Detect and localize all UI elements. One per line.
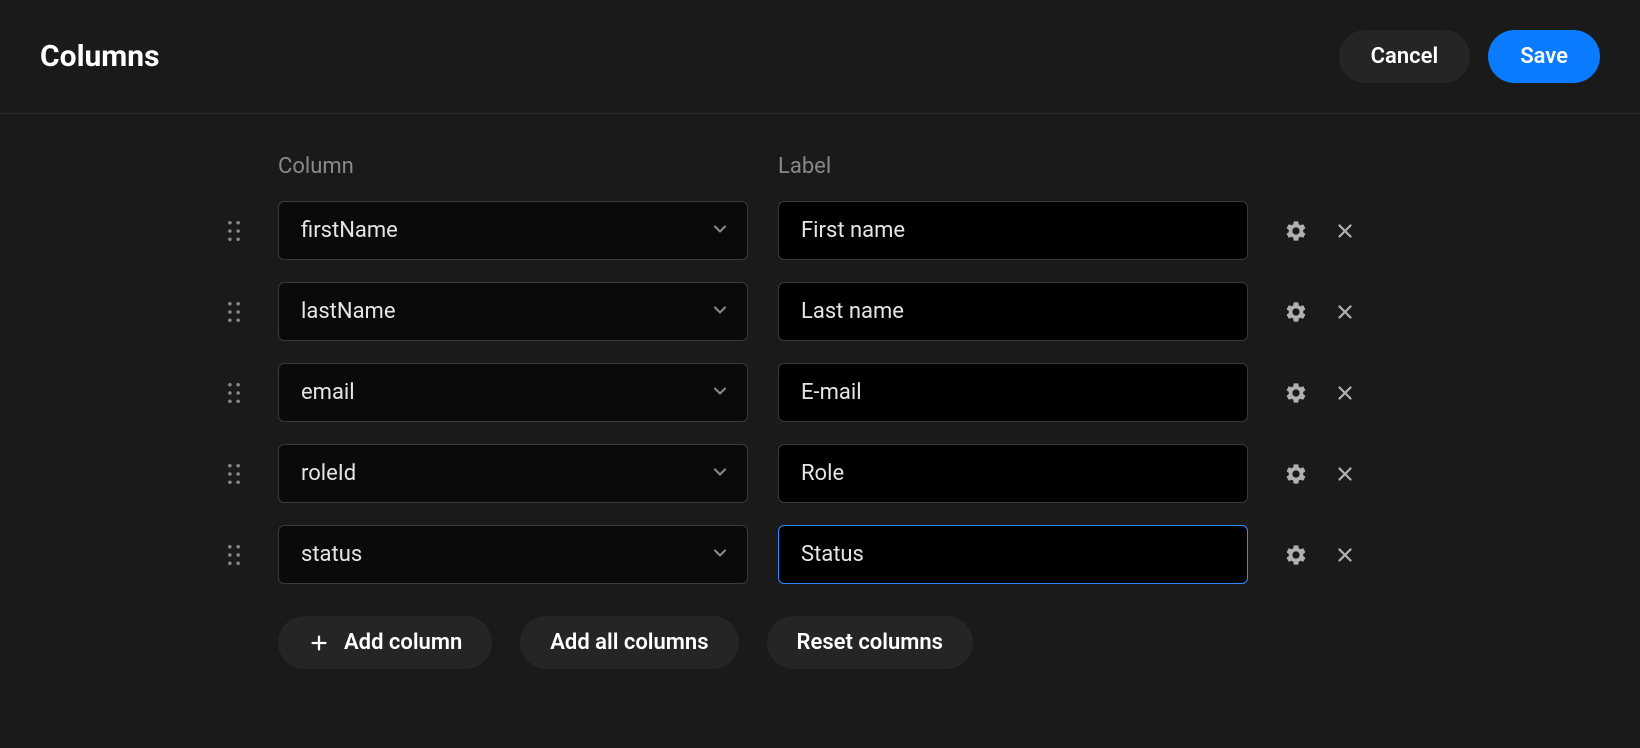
header-actions: Cancel Save xyxy=(1339,30,1600,83)
table-row: status xyxy=(220,525,1640,584)
table-headers: Column Label xyxy=(278,154,1640,179)
content-area: Column Label firstName lastName email roleI… xyxy=(0,114,1640,669)
row-actions xyxy=(1284,219,1356,243)
row-actions xyxy=(1284,300,1356,324)
column-select-wrapper: status xyxy=(278,525,748,584)
label-input[interactable] xyxy=(778,363,1248,422)
gear-icon[interactable] xyxy=(1284,381,1308,405)
label-input[interactable] xyxy=(778,525,1248,584)
row-actions xyxy=(1284,381,1356,405)
column-header-label: Label xyxy=(778,154,1248,179)
label-input[interactable] xyxy=(778,444,1248,503)
gear-icon[interactable] xyxy=(1284,462,1308,486)
drag-handle-icon[interactable] xyxy=(220,217,248,245)
table-row: firstName xyxy=(220,201,1640,260)
drag-handle-icon[interactable] xyxy=(220,298,248,326)
column-select[interactable]: roleId xyxy=(278,444,748,503)
dialog-header: Columns Cancel Save xyxy=(0,0,1640,114)
add-all-columns-button[interactable]: Add all columns xyxy=(520,616,738,669)
close-icon[interactable] xyxy=(1334,544,1356,566)
add-all-columns-label: Add all columns xyxy=(550,630,708,655)
label-input[interactable] xyxy=(778,201,1248,260)
rows-container: firstName lastName email roleId status xyxy=(220,201,1640,584)
reset-columns-button[interactable]: Reset columns xyxy=(767,616,973,669)
drag-handle-icon[interactable] xyxy=(220,541,248,569)
save-button[interactable]: Save xyxy=(1488,30,1600,83)
plus-icon xyxy=(308,632,330,654)
column-select[interactable]: lastName xyxy=(278,282,748,341)
gear-icon[interactable] xyxy=(1284,300,1308,324)
drag-handle-icon[interactable] xyxy=(220,379,248,407)
page-title: Columns xyxy=(40,39,160,74)
column-select-wrapper: roleId xyxy=(278,444,748,503)
footer-actions: Add column Add all columns Reset columns xyxy=(278,616,1640,669)
column-select-wrapper: email xyxy=(278,363,748,422)
add-column-button[interactable]: Add column xyxy=(278,616,492,669)
table-row: lastName xyxy=(220,282,1640,341)
column-select[interactable]: email xyxy=(278,363,748,422)
close-icon[interactable] xyxy=(1334,220,1356,242)
table-row: roleId xyxy=(220,444,1640,503)
reset-columns-label: Reset columns xyxy=(797,630,943,655)
column-select[interactable]: status xyxy=(278,525,748,584)
close-icon[interactable] xyxy=(1334,301,1356,323)
gear-icon[interactable] xyxy=(1284,219,1308,243)
column-header-column: Column xyxy=(278,154,748,179)
close-icon[interactable] xyxy=(1334,382,1356,404)
gear-icon[interactable] xyxy=(1284,543,1308,567)
column-select-wrapper: firstName xyxy=(278,201,748,260)
add-column-label: Add column xyxy=(344,630,462,655)
cancel-button[interactable]: Cancel xyxy=(1339,30,1471,83)
row-actions xyxy=(1284,543,1356,567)
row-actions xyxy=(1284,462,1356,486)
column-select[interactable]: firstName xyxy=(278,201,748,260)
label-input[interactable] xyxy=(778,282,1248,341)
column-select-wrapper: lastName xyxy=(278,282,748,341)
drag-handle-icon[interactable] xyxy=(220,460,248,488)
table-row: email xyxy=(220,363,1640,422)
close-icon[interactable] xyxy=(1334,463,1356,485)
